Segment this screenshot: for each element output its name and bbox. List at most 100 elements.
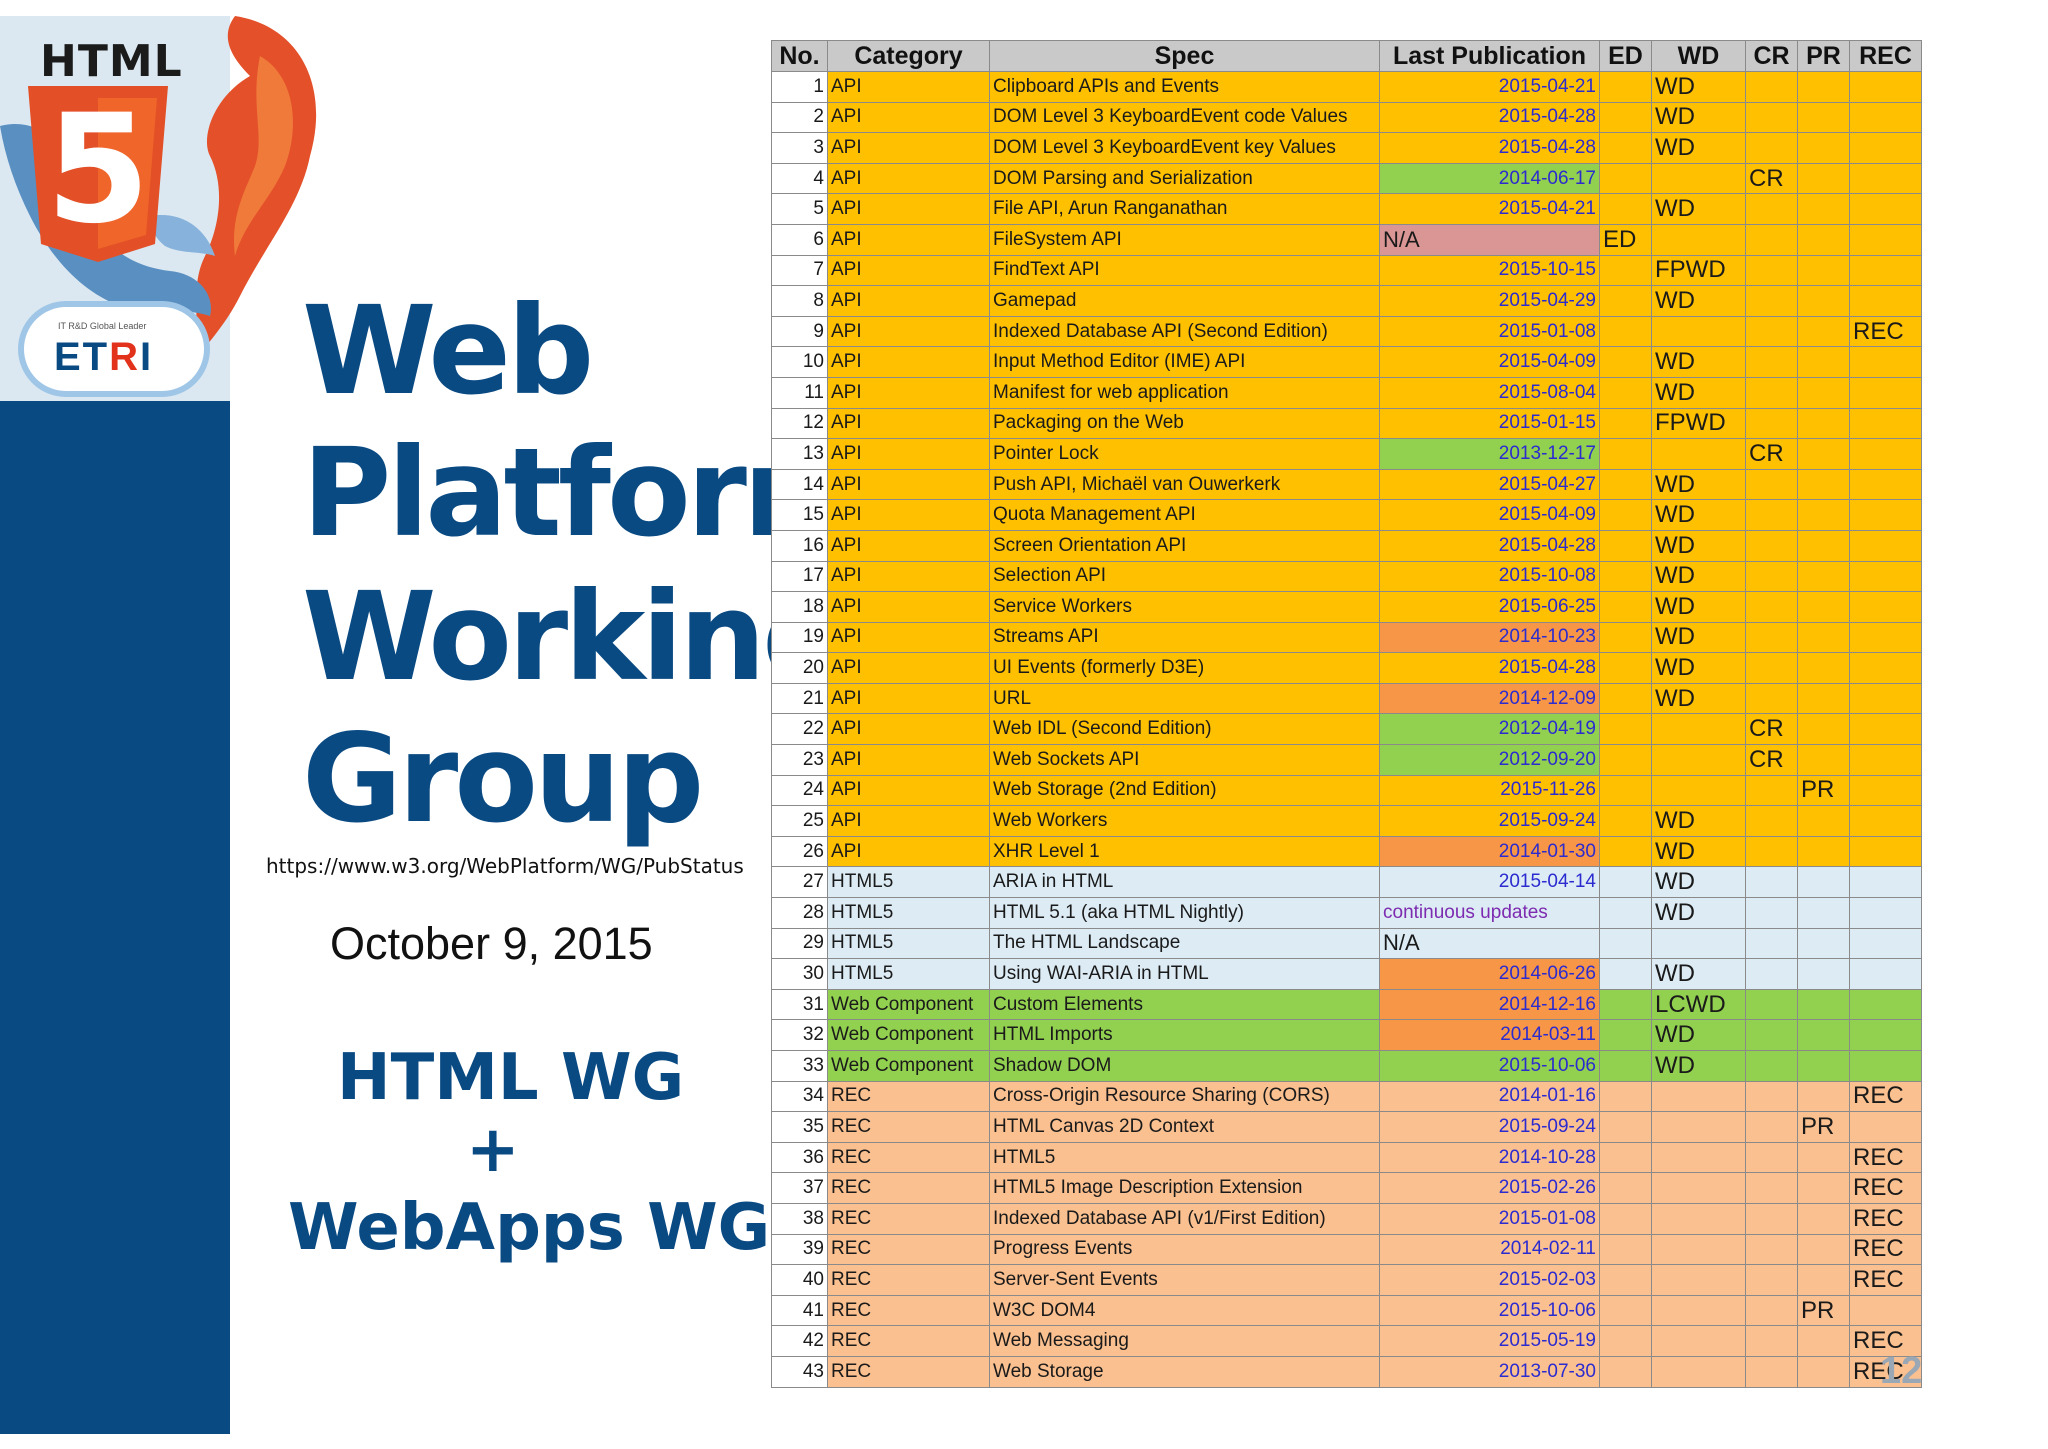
cell-status-empty xyxy=(1651,927,1746,960)
cell-status-empty xyxy=(1599,1050,1652,1082)
cell-category: REC xyxy=(827,1325,990,1357)
cell-last-publication: 2012-09-20 xyxy=(1379,744,1600,776)
cell-no: 27 xyxy=(771,866,828,899)
cell-no: 11 xyxy=(771,376,828,409)
cell-status: WD xyxy=(1651,376,1746,409)
cell-spec: URL xyxy=(989,682,1380,715)
cell-category: REC xyxy=(827,1141,990,1174)
cell-status-empty xyxy=(1849,652,1922,684)
cell-category: REC xyxy=(827,1111,990,1143)
cell-status-empty xyxy=(1599,162,1652,195)
cell-status-empty xyxy=(1745,835,1798,868)
cell-no: 36 xyxy=(771,1141,828,1174)
cell-spec: The HTML Landscape xyxy=(989,927,1380,960)
cell-status-empty xyxy=(1797,101,1850,134)
wg-plus: + xyxy=(466,1113,520,1187)
cell-last-publication: 2014-01-30 xyxy=(1379,835,1600,868)
cell-status: WD xyxy=(1651,560,1746,593)
cell-last-publication: 2014-02-11 xyxy=(1379,1233,1600,1266)
cell-status-empty xyxy=(1849,1294,1922,1327)
cell-status-empty xyxy=(1599,468,1652,501)
table-row: 42 REC Web Messaging 2015-05-19 REC xyxy=(771,1325,1922,1357)
cell-no: 35 xyxy=(771,1111,828,1143)
cell-no: 37 xyxy=(771,1172,828,1204)
cell-status: WD xyxy=(1651,805,1746,837)
cell-status-empty xyxy=(1849,591,1922,623)
cell-spec: DOM Level 3 KeyboardEvent key Values xyxy=(989,132,1380,164)
cell-status-empty xyxy=(1745,805,1798,837)
cell-last-publication: 2015-04-28 xyxy=(1379,652,1600,684)
table-row: 9 API Indexed Database API (Second Edition… xyxy=(771,315,1922,348)
cell-no: 8 xyxy=(771,285,828,317)
cell-status-empty xyxy=(1745,897,1798,929)
cell-status-empty xyxy=(1745,407,1798,440)
cell-status-empty xyxy=(1599,101,1652,134)
cell-spec: Web Storage xyxy=(989,1355,1380,1388)
cell-status-empty xyxy=(1849,193,1922,225)
cell-status: WD xyxy=(1651,897,1746,929)
cell-category: Web Component xyxy=(827,1050,990,1082)
cell-status-empty xyxy=(1849,438,1922,470)
cell-last-publication: 2015-01-15 xyxy=(1379,407,1600,440)
cell-status-empty xyxy=(1797,254,1850,287)
cell-last-publication: 2015-04-09 xyxy=(1379,499,1600,531)
cell-status: PR xyxy=(1797,774,1850,807)
cell-last-publication: 2015-02-26 xyxy=(1379,1172,1600,1204)
cell-status-empty xyxy=(1651,1233,1746,1266)
cell-category: REC xyxy=(827,1202,990,1235)
table-row: 22 API Web IDL (Second Edition) 2012-04-19 C… xyxy=(771,713,1922,746)
cell-status-empty xyxy=(1849,223,1922,256)
cell-no: 12 xyxy=(771,407,828,440)
cell-spec: Packaging on the Web xyxy=(989,407,1380,440)
cell-status: WD xyxy=(1651,958,1746,990)
cell-spec: Screen Orientation API xyxy=(989,529,1380,562)
cell-no: 14 xyxy=(771,468,828,501)
table-row: 27 HTML5 ARIA in HTML 2015-04-14 WD xyxy=(771,866,1922,899)
cell-status-empty xyxy=(1745,254,1798,287)
cell-status-empty xyxy=(1599,1111,1652,1143)
cell-status-empty xyxy=(1599,376,1652,409)
cell-status-empty xyxy=(1745,1355,1798,1388)
table-row: 24 API Web Storage (2nd Edition) 2015-11-26… xyxy=(771,774,1922,807)
cell-status-empty xyxy=(1599,499,1652,531)
cell-category: REC xyxy=(827,1172,990,1204)
cell-status-empty xyxy=(1651,713,1746,746)
etri-prefix: ET xyxy=(54,335,110,379)
cell-status-empty xyxy=(1599,1294,1652,1327)
cell-status-empty xyxy=(1797,1172,1850,1204)
cell-last-publication: 2015-04-14 xyxy=(1379,866,1600,899)
table-row: 34 REC Cross-Origin Resource Sharing (CORS… xyxy=(771,1080,1922,1113)
cell-status-empty xyxy=(1745,132,1798,164)
cell-status-empty xyxy=(1651,315,1746,348)
cell-last-publication: 2015-04-29 xyxy=(1379,285,1600,317)
cell-status: PR xyxy=(1797,1294,1850,1327)
cell-category: API xyxy=(827,71,990,103)
cell-spec: HTML5 Image Description Extension xyxy=(989,1172,1380,1204)
cell-status-empty xyxy=(1849,958,1922,990)
table-row: 6 API FileSystem API N/A ED xyxy=(771,223,1922,256)
cell-category: REC xyxy=(827,1233,990,1266)
cell-status-empty xyxy=(1745,591,1798,623)
cell-spec: ARIA in HTML xyxy=(989,866,1380,899)
cell-status-empty xyxy=(1797,1325,1850,1357)
cell-status-empty xyxy=(1797,346,1850,378)
cell-category: API xyxy=(827,713,990,746)
cell-category: API xyxy=(827,132,990,164)
cell-last-publication: 2015-04-28 xyxy=(1379,529,1600,562)
cell-status-empty xyxy=(1745,1325,1798,1357)
cell-status: REC xyxy=(1849,315,1922,348)
cell-status-empty xyxy=(1745,223,1798,256)
cell-status-empty xyxy=(1745,1172,1798,1204)
cell-status: CR xyxy=(1745,438,1798,470)
cell-category: API xyxy=(827,805,990,837)
cell-no: 3 xyxy=(771,132,828,164)
cell-no: 17 xyxy=(771,560,828,593)
cell-status: LCWD xyxy=(1651,988,1746,1021)
cell-status-empty xyxy=(1651,1202,1746,1235)
cell-status: WD xyxy=(1651,101,1746,134)
cell-status-empty xyxy=(1849,927,1922,960)
cell-status-empty xyxy=(1651,1264,1746,1296)
cell-spec: XHR Level 1 xyxy=(989,835,1380,868)
cell-status: WD xyxy=(1651,1019,1746,1051)
col-header-cr: CR xyxy=(1745,40,1798,72)
